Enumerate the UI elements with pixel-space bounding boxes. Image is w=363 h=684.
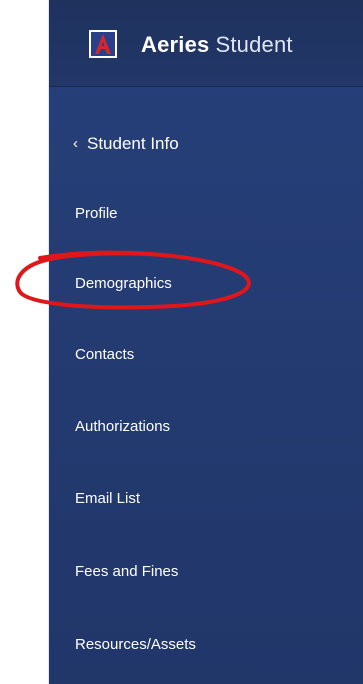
brand-name-bold: Aeries [141, 32, 210, 57]
sidebar: Aeries Student ‹ Student Info Profile Demo… [49, 0, 363, 684]
brand-header[interactable]: Aeries Student [49, 0, 363, 87]
aeries-logo-icon [89, 30, 117, 58]
back-link-label: Student Info [87, 134, 179, 153]
nav-item-email-list[interactable]: Email List [75, 490, 140, 507]
back-student-info-link[interactable]: ‹ Student Info [73, 134, 179, 154]
chevron-left-icon: ‹ [73, 135, 78, 152]
nav-item-contacts[interactable]: Contacts [75, 346, 134, 363]
nav-item-profile[interactable]: Profile [75, 205, 118, 222]
nav-item-authorizations[interactable]: Authorizations [75, 418, 170, 435]
nav-item-resources-assets[interactable]: Resources/Assets [75, 636, 196, 653]
left-gutter [0, 0, 49, 684]
nav-item-demographics[interactable]: Demographics [75, 275, 172, 292]
app-window: Aeries Student ‹ Student Info Profile Demo… [0, 0, 363, 684]
nav-item-fees-and-fines[interactable]: Fees and Fines [75, 563, 178, 580]
brand-name: Aeries Student [141, 32, 293, 58]
brand-name-light: Student [215, 32, 293, 57]
